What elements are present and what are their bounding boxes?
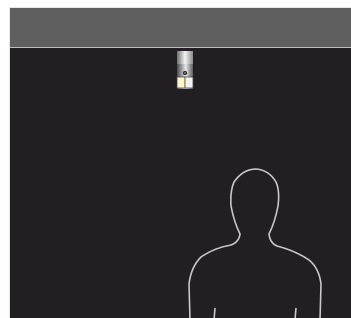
scene-viewport[interactable] [9,7,351,318]
person-silhouette-icon [188,168,322,318]
app-window [0,0,351,318]
